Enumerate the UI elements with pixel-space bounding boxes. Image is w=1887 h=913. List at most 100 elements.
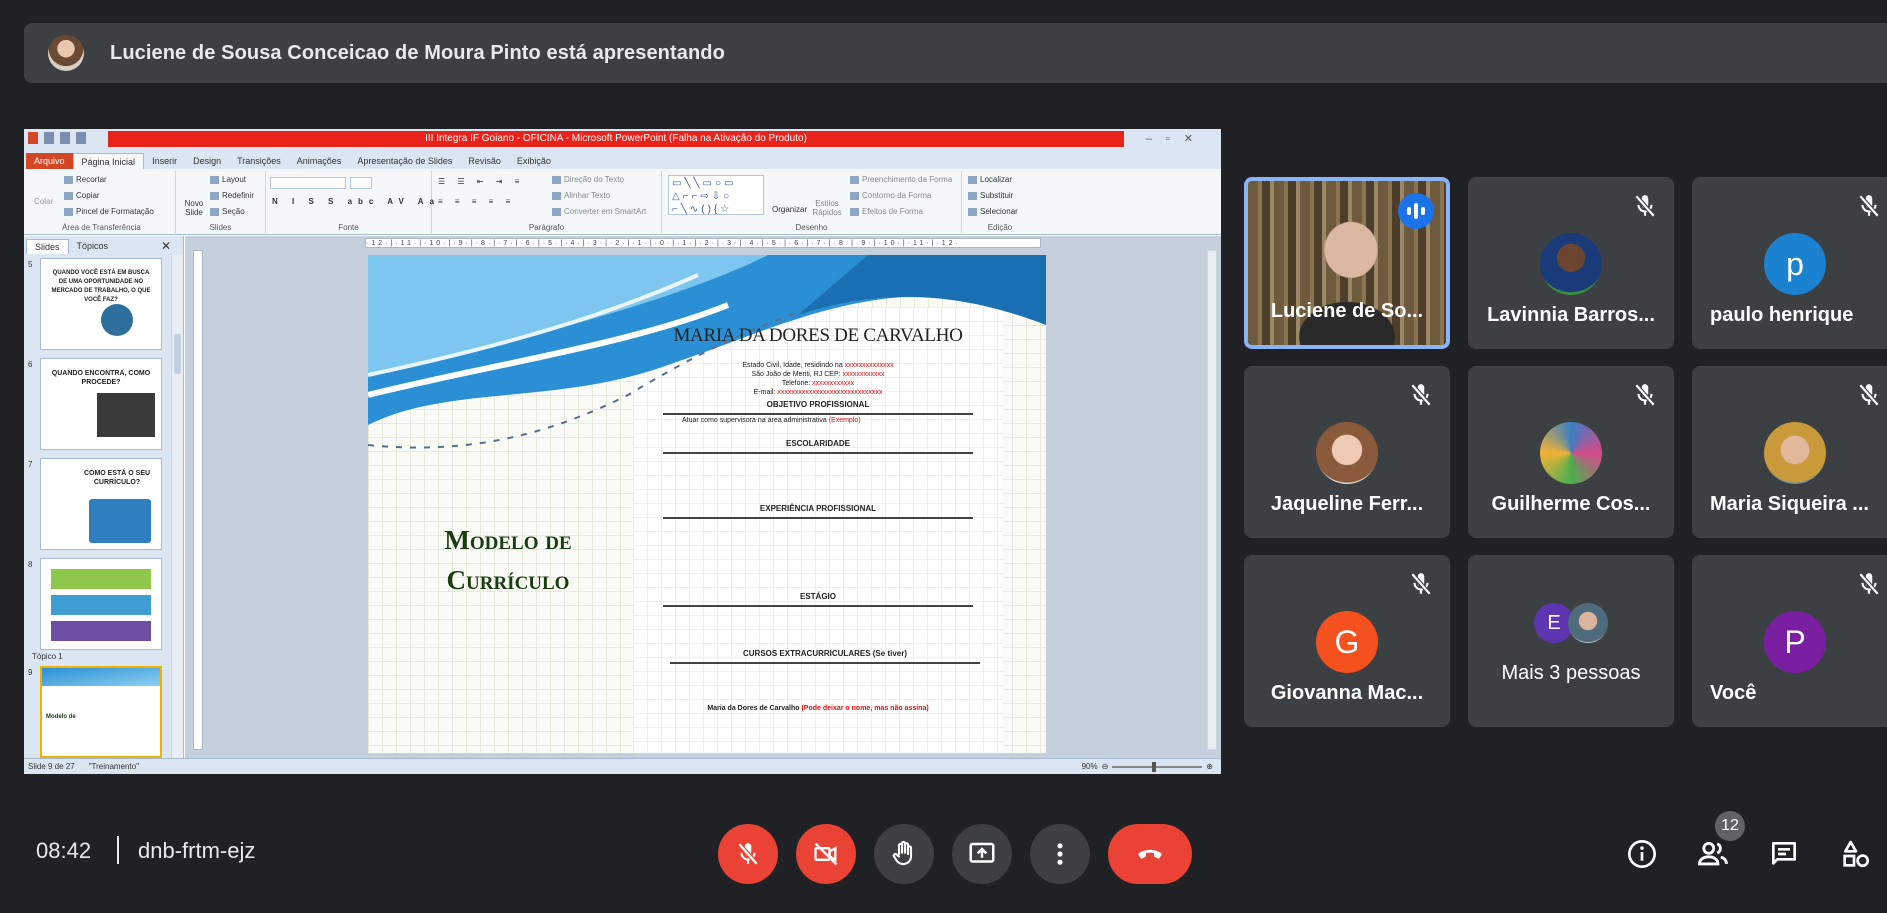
participant-tile-jaqueline[interactable]: Jaqueline Ferr... <box>1244 366 1450 538</box>
font-size-field[interactable] <box>350 177 372 189</box>
meeting-details-button[interactable] <box>1624 836 1660 872</box>
zoom-level: 90% <box>1081 762 1098 771</box>
tab-apresentacao[interactable]: Apresentação de Slides <box>349 153 460 169</box>
tab-revisao[interactable]: Revisão <box>460 153 509 169</box>
meet-window: Luciene de Sousa Conceicao de Moura Pint… <box>0 0 1887 913</box>
tab-arquivo[interactable]: Arquivo <box>26 153 73 169</box>
tab-pagina-inicial[interactable]: Página Inicial <box>72 153 145 169</box>
section-button[interactable]: Seção <box>210 207 245 216</box>
shapes-gallery[interactable]: ▭╲╲▭○▭ △⌐⌐⇨⇩○ ⌐╲∿(){☆ <box>668 175 764 215</box>
thumbnails-scrollbar[interactable] <box>171 254 183 758</box>
copy-button[interactable]: Copiar <box>64 191 100 200</box>
section-objetivo: OBJETIVO PROFISSIONAL <box>766 400 870 409</box>
raise-hand-button[interactable] <box>874 824 934 884</box>
close-panel-icon[interactable]: ✕ <box>153 239 179 254</box>
mic-off-icon <box>1858 194 1880 218</box>
participant-tile-giovanna[interactable]: G Giovanna Mac... <box>1244 555 1450 727</box>
zoom-in-icon[interactable]: ⊕ <box>1206 762 1213 771</box>
chat-button[interactable] <box>1766 836 1802 872</box>
zoom-control[interactable]: 90% ⊖ ⊕ <box>1081 761 1213 772</box>
brush-icon <box>64 207 73 216</box>
outline-icon <box>850 191 859 200</box>
align-text-button[interactable]: Alinhar Texto <box>552 191 610 200</box>
quick-styles-button[interactable]: Estilos Rápidos <box>812 199 842 217</box>
section-label[interactable]: Tópico 1 <box>32 652 63 661</box>
list-buttons[interactable]: ☰ ☰ ⇤ ⇥ ≡ <box>438 177 524 186</box>
paste-button[interactable]: Colar <box>34 197 53 206</box>
tab-exibicao[interactable]: Exibição <box>509 153 559 169</box>
scrollbar-thumb[interactable] <box>174 334 181 374</box>
section-rule <box>670 662 980 664</box>
tab-topicos[interactable]: Tópicos <box>69 239 117 254</box>
section-experiencia: EXPERIÊNCIA PROFISSIONAL <box>759 504 877 513</box>
editing-label: Edição <box>987 223 1013 232</box>
current-slide[interactable]: Modelo de Currículo MARIA DA DORES DE CA… <box>368 255 1046 753</box>
new-slide-button[interactable]: Novo Slide <box>180 199 208 217</box>
mic-off-icon <box>1410 572 1432 596</box>
text-direction-button[interactable]: Direção do Texto <box>552 175 624 184</box>
participant-tile-paulo[interactable]: p paulo henrique <box>1692 177 1887 349</box>
participant-tile-maria[interactable]: Maria Siqueira ... <box>1692 366 1887 538</box>
camera-button[interactable] <box>796 824 856 884</box>
save-icon <box>44 132 54 144</box>
activities-button[interactable] <box>1838 836 1874 872</box>
slide-counter: Slide 9 de 27 <box>28 762 75 771</box>
list-step-1 <box>51 569 151 589</box>
replace-button[interactable]: Substituir <box>968 191 1013 200</box>
reset-button[interactable]: Redefinir <box>210 191 254 200</box>
people-button[interactable] <box>1695 836 1731 872</box>
present-screen-button[interactable] <box>952 824 1012 884</box>
find-button[interactable]: Localizar <box>968 175 1012 184</box>
effects-icon <box>850 207 859 216</box>
participant-tile-more[interactable]: E Mais 3 pessoas <box>1468 555 1674 727</box>
shape-fill-button[interactable]: Preenchimento da Forma <box>850 175 952 184</box>
tab-transicoes[interactable]: Transições <box>229 153 289 169</box>
shape-outline-button[interactable]: Contorno da Forma <box>850 191 931 200</box>
participant-count-badge: 12 <box>1715 811 1745 841</box>
layout-button[interactable]: Layout <box>210 175 246 184</box>
align-text-icon <box>552 191 561 200</box>
participant-tile-luciene[interactable]: Luciene de So... <box>1244 177 1450 349</box>
arrange-button[interactable]: Organizar <box>772 205 807 214</box>
font-name-field[interactable] <box>270 177 346 189</box>
cv-name: MARIA DA DORES DE CARVALHO <box>673 325 963 346</box>
leave-call-button[interactable] <box>1108 824 1192 884</box>
slide-thumbnail-5[interactable]: QUANDO VOCÊ ESTÁ EM BUSCA DE UMA OPORTUN… <box>40 258 162 350</box>
smartart-button[interactable]: Converter em SmartArt <box>552 207 646 216</box>
participant-tile-guilherme[interactable]: Guilherme Cos... <box>1468 366 1674 538</box>
select-button[interactable]: Selecionar <box>968 207 1018 216</box>
objetivo-text: Atuar como supervisora na área administr… <box>682 417 861 424</box>
shape-effects-button[interactable]: Efeitos de Forma <box>850 207 923 216</box>
tab-slides[interactable]: Slides <box>26 239 69 254</box>
section-rule <box>663 605 973 607</box>
format-painter-button[interactable]: Pincel de Formatação <box>64 207 154 216</box>
canvas-scrollbar[interactable] <box>1207 250 1217 750</box>
thumbnail-number: 8 <box>28 560 33 569</box>
cut-button[interactable]: Recortar <box>64 175 107 184</box>
thumbnail-number: 6 <box>28 360 33 369</box>
tab-inserir[interactable]: Inserir <box>144 153 185 169</box>
section-rule <box>663 517 973 519</box>
slide-thumbnail-8[interactable] <box>40 558 162 650</box>
section-cursos: CURSOS EXTRACURRICULARES (Se tiver) <box>742 649 908 658</box>
present-icon <box>969 842 995 863</box>
presenter-avatar <box>48 35 84 71</box>
zoom-out-icon[interactable]: ⊖ <box>1102 762 1109 771</box>
slide-thumbnail-7[interactable]: COMO ESTÁ O SEU CURRÍCULO? <box>40 458 162 550</box>
drawing-group: ▭╲╲▭○▭ △⌐⌐⇨⇩○ ⌐╲∿(){☆ Organizar Estilos … <box>662 171 962 233</box>
thumbnail-title: QUANDO VOCÊ ESTÁ EM BUSCA DE UMA OPORTUN… <box>51 270 151 303</box>
align-buttons[interactable]: ≡ ≡ ≡ ≡ ≡ <box>438 197 515 206</box>
font-format-buttons[interactable]: N I S S abc AV Aa <box>272 197 440 206</box>
slide-thumbnail-9[interactable]: Modelo de <box>40 666 162 758</box>
shared-screen[interactable]: III Integra IF Goiano - OFICINA - Micros… <box>24 129 1221 774</box>
participant-tile-you[interactable]: P Você <box>1692 555 1887 727</box>
participant-tile-lavinnia[interactable]: Lavinnia Barros... <box>1468 177 1674 349</box>
zoom-slider[interactable] <box>1112 761 1203 772</box>
more-options-button[interactable] <box>1030 824 1090 884</box>
tab-animacoes[interactable]: Animações <box>289 153 350 169</box>
microphone-button[interactable] <box>718 824 778 884</box>
tab-design[interactable]: Design <box>185 153 229 169</box>
clipboard-label: Área de Transferência <box>62 223 141 232</box>
clipboard-group: Colar Recortar Copiar Pincel de Formataç… <box>28 171 176 233</box>
slide-thumbnail-6[interactable]: QUANDO ENCONTRA, COMO PROCEDE? <box>40 358 162 450</box>
